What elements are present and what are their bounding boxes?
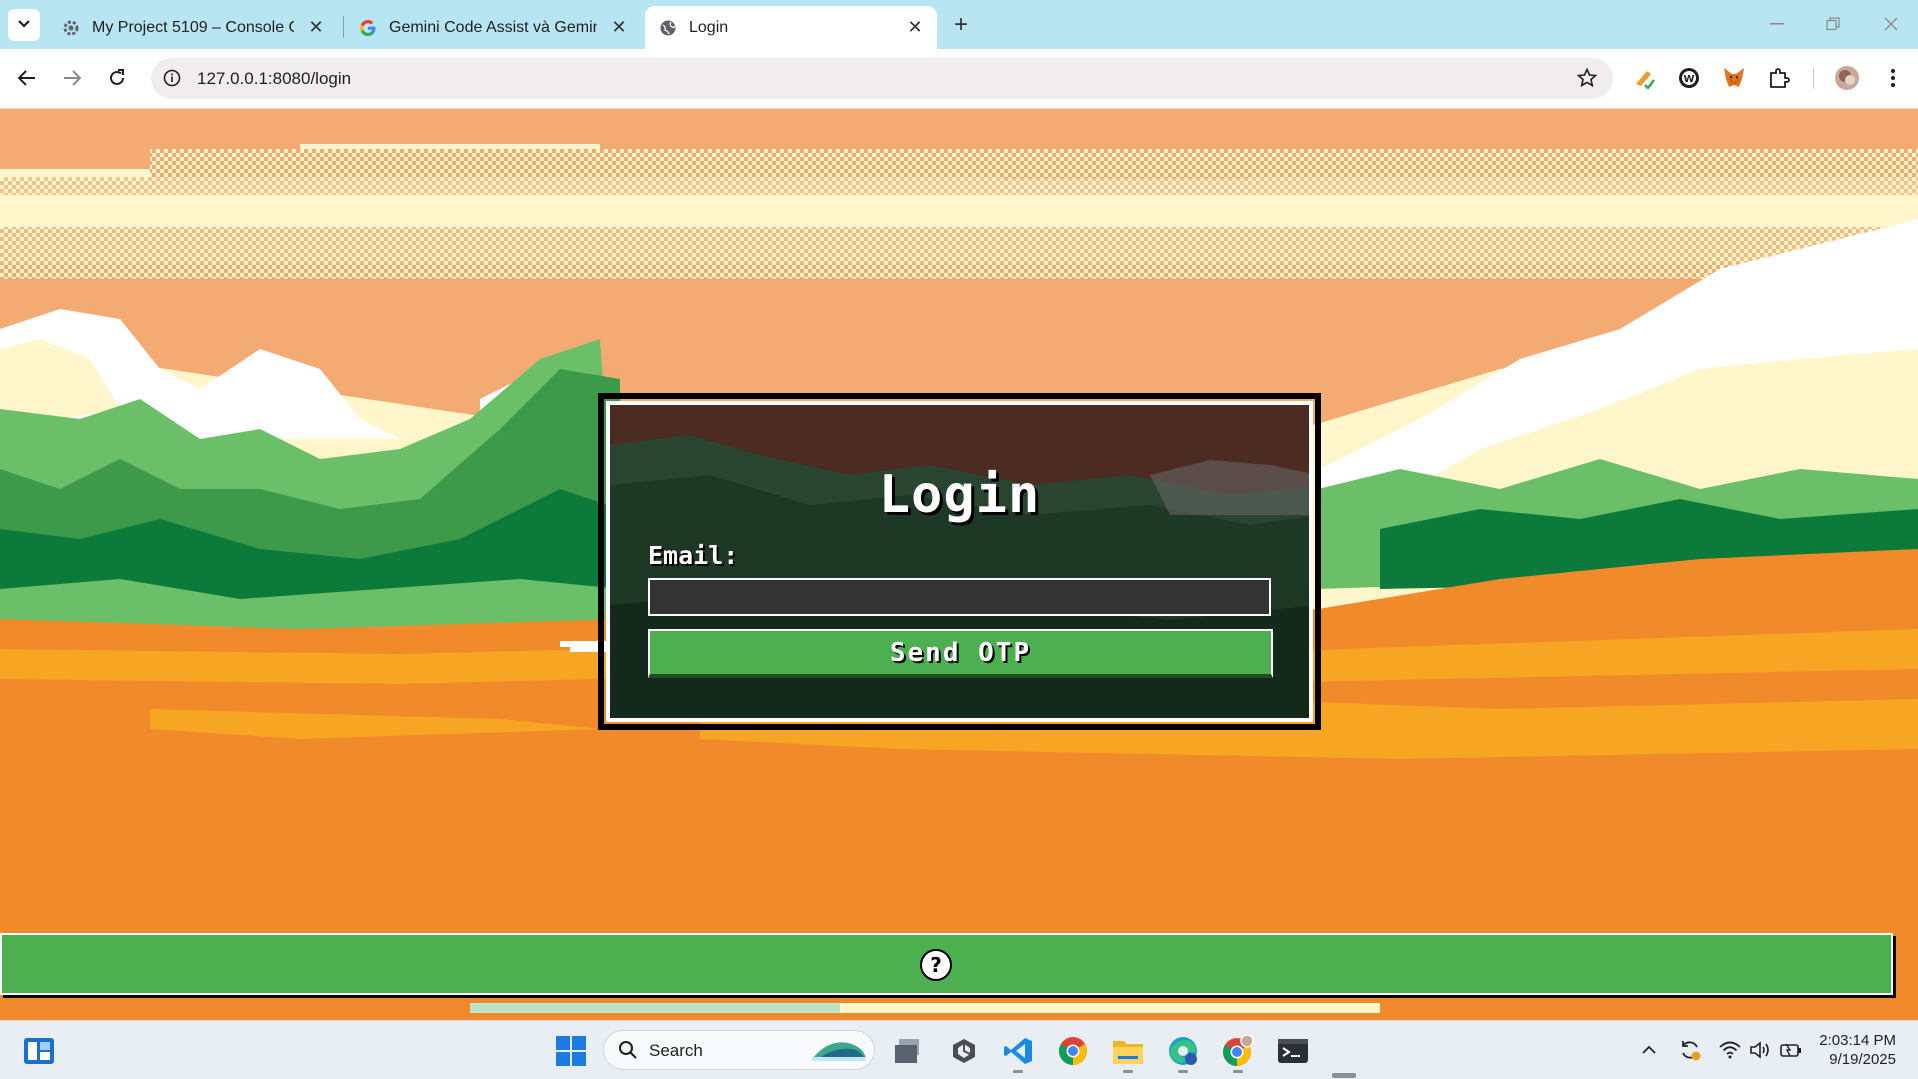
url-text: 127.0.0.1:8080/login <box>197 69 352 88</box>
profile-avatar[interactable] <box>1833 64 1861 92</box>
tab-title: Login <box>689 18 729 36</box>
site-info-icon[interactable] <box>161 67 183 89</box>
battery-icon[interactable] <box>1779 1038 1803 1062</box>
bookmark-star-icon[interactable] <box>1575 66 1599 90</box>
tab-title: Gemini Code Assist và Gemini C <box>389 18 597 36</box>
tab-strip: My Project 5109 – Console Goo ✕ Gemini C… <box>0 0 1918 49</box>
chevron-up-icon[interactable] <box>1637 1038 1661 1062</box>
clock-date: 9/19/2025 <box>1829 1051 1896 1068</box>
chrome-profile-icon[interactable] <box>1221 1034 1255 1073</box>
login-page: Login Email: Send OTP ? <box>0 109 1918 1020</box>
svg-text:W: W <box>1683 74 1694 85</box>
new-tab-button[interactable]: + <box>948 11 974 38</box>
close-icon[interactable]: ✕ <box>304 16 328 40</box>
widgets-icon[interactable] <box>22 1034 56 1068</box>
help-bar: ? <box>0 933 1893 995</box>
search-icon <box>618 1040 638 1065</box>
help-question-button[interactable]: ? <box>920 949 952 981</box>
active-window-indicator <box>1332 1073 1356 1078</box>
back-arrow-icon[interactable] <box>11 62 43 94</box>
tab-console[interactable]: My Project 5109 – Console Goo ✕ <box>48 6 338 49</box>
tab-title: My Project 5109 – Console Goo <box>92 18 294 36</box>
tab-separator <box>343 16 344 38</box>
tab-search-button[interactable] <box>8 9 40 41</box>
unity-icon[interactable] <box>947 1034 981 1068</box>
terminal-icon[interactable] <box>1276 1034 1310 1068</box>
running-indicator <box>1233 1070 1243 1073</box>
login-title: Login <box>878 465 1041 525</box>
file-explorer-icon[interactable] <box>1111 1034 1145 1073</box>
address-bar[interactable]: 127.0.0.1:8080/login <box>151 58 1613 99</box>
extension-pen-icon[interactable] <box>1630 64 1658 92</box>
gear-icon <box>62 19 80 37</box>
running-indicator <box>1013 1070 1023 1073</box>
menu-kebab-icon[interactable] <box>1879 64 1907 92</box>
sync-icon[interactable] <box>1678 1038 1702 1062</box>
reload-icon[interactable] <box>101 62 133 94</box>
minimize-icon[interactable] <box>1762 10 1792 38</box>
chevron-down-icon <box>17 16 31 34</box>
login-card-inner: Login Email: Send OTP <box>606 401 1313 722</box>
edge-icon[interactable] <box>1166 1034 1200 1073</box>
email-input[interactable] <box>648 578 1271 616</box>
wifi-icon[interactable] <box>1718 1038 1742 1062</box>
clock-time: 2:03:14 PM <box>1819 1032 1896 1049</box>
email-label: Email: <box>648 541 739 570</box>
close-window-icon[interactable] <box>1876 10 1906 38</box>
restore-icon[interactable] <box>1818 10 1848 38</box>
running-indicator <box>1123 1070 1133 1073</box>
windows-taskbar: Search 2:03:14 PM 9/19/2025 <box>0 1020 1918 1079</box>
tab-gemini[interactable]: Gemini Code Assist và Gemini C ✕ <box>345 6 641 49</box>
close-icon[interactable]: ✕ <box>607 16 631 40</box>
system-clock[interactable]: 2:03:14 PM 9/19/2025 <box>1819 1031 1896 1069</box>
send-otp-button[interactable]: Send OTP <box>648 629 1273 678</box>
close-icon[interactable]: ✕ <box>903 16 927 40</box>
login-card: Login Email: Send OTP <box>598 393 1321 730</box>
toolbar-divider <box>1813 67 1814 89</box>
metamask-fox-icon[interactable] <box>1720 64 1748 92</box>
volume-icon[interactable] <box>1749 1038 1773 1062</box>
extension-w-icon[interactable]: W <box>1675 64 1703 92</box>
taskbar-search-box[interactable]: Search <box>603 1030 875 1070</box>
puzzle-extensions-icon[interactable] <box>1765 64 1793 92</box>
search-label: Search <box>649 1041 703 1060</box>
running-indicator <box>1178 1070 1188 1073</box>
chrome-icon[interactable] <box>1056 1034 1090 1068</box>
forward-arrow-icon[interactable] <box>56 62 88 94</box>
tab-login[interactable]: Login ✕ <box>645 6 937 49</box>
search-highlight-icon <box>808 1035 868 1070</box>
browser-toolbar: 127.0.0.1:8080/login W <box>0 49 1918 109</box>
task-view-icon[interactable] <box>892 1034 926 1068</box>
google-g-icon <box>359 19 377 37</box>
globe-icon <box>659 19 677 37</box>
vscode-icon[interactable] <box>1001 1034 1035 1073</box>
start-icon[interactable] <box>554 1034 588 1068</box>
